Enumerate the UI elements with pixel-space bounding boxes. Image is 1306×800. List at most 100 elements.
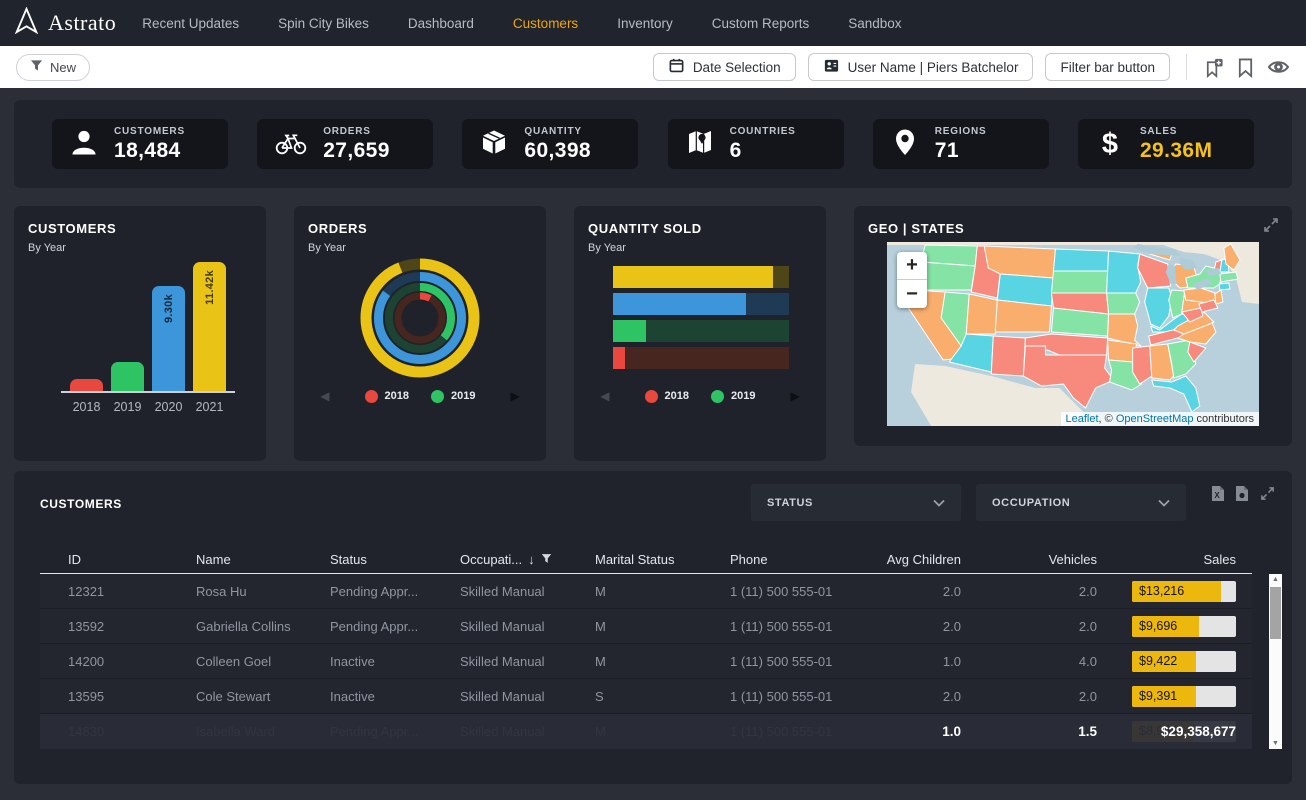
svg-text:$: $ <box>1102 128 1118 157</box>
cell-id: 12321 <box>40 584 168 599</box>
legend-item-2018[interactable]: 2018 <box>365 390 409 403</box>
table-title: CUSTOMERS <box>40 497 122 511</box>
cell-avg-children: 2.0 <box>832 584 967 599</box>
cell-id: 13595 <box>40 689 168 704</box>
person-icon <box>69 127 99 162</box>
scroll-up-icon[interactable]: ▲ <box>1269 574 1282 585</box>
legend-item-2019[interactable]: 2019 <box>711 390 755 403</box>
export-excel-icon[interactable]: X <box>1211 485 1225 507</box>
cell-phone: 1 (11) 500 555-01... <box>702 584 832 599</box>
hbar-2021[interactable] <box>613 266 789 288</box>
nav-item-custom-reports[interactable]: Custom Reports <box>712 16 810 31</box>
cell-occupation: Skilled Manual <box>432 584 567 599</box>
quantity-sold-card: QUANTITY SOLD By Year ◀ 2018 2019 ▶ <box>574 206 826 461</box>
nav-item-sandbox[interactable]: Sandbox <box>848 16 901 31</box>
table-row[interactable]: 13595Cole StewartInactiveSkilled ManualS… <box>40 679 1252 714</box>
nav-item-dashboard[interactable]: Dashboard <box>408 16 474 31</box>
sort-descending-icon[interactable]: ↓ <box>528 552 535 567</box>
kpi-label: COUNTRIES <box>730 126 796 137</box>
nav-item-recent-updates[interactable]: Recent Updates <box>142 16 239 31</box>
new-filter-button[interactable]: New <box>16 54 90 81</box>
cell-sales: $9,696 <box>1103 616 1252 637</box>
kpi-quantity[interactable]: QUANTITY 60,398 <box>462 119 638 169</box>
occupation-filter-dropdown[interactable]: OCCUPATION <box>976 484 1186 521</box>
legend-next-icon[interactable]: ▶ <box>790 389 799 403</box>
bar-2019[interactable] <box>111 362 144 391</box>
sales-bar: $9,391 <box>1132 686 1236 707</box>
kpi-value: 27,659 <box>323 139 390 163</box>
chart-legend: ◀ 2018 2019 ▶ <box>294 389 546 403</box>
bar-2018[interactable] <box>70 379 103 391</box>
hbar-2019[interactable] <box>613 320 789 342</box>
col-header-name[interactable]: Name <box>168 552 302 567</box>
bar-2020[interactable]: 9.30k <box>152 286 185 391</box>
x-tick: 2020 <box>152 400 185 414</box>
cell-avg-children: 2.0 <box>832 689 967 704</box>
nav-item-customers[interactable]: Customers <box>513 16 578 31</box>
column-funnel-icon[interactable] <box>541 552 552 567</box>
orders-donut-chart[interactable] <box>354 252 486 389</box>
cell-status: Inactive <box>302 654 432 669</box>
filter-bar-button[interactable]: Filter bar button <box>1045 53 1170 81</box>
bookmark-add-icon[interactable] <box>1203 57 1224 78</box>
astrato-logo-icon <box>14 7 39 39</box>
charts-row: CUSTOMERS By Year 9.30k 11.42k 2018 2019… <box>14 206 1292 461</box>
kpi-label: REGIONS <box>935 126 987 137</box>
table-row[interactable]: 14200Colleen GoelInactiveSkilled ManualM… <box>40 644 1252 679</box>
scroll-down-icon[interactable]: ▼ <box>1269 738 1282 749</box>
zoom-out-button[interactable]: − <box>897 280 927 308</box>
legend-item-2018[interactable]: 2018 <box>645 390 689 403</box>
zoom-in-button[interactable]: + <box>897 252 927 280</box>
kpi-sales[interactable]: $ SALES 29.36M <box>1078 119 1254 169</box>
table-row[interactable]: 12321Rosa HuPending Appr...Skilled Manua… <box>40 574 1252 609</box>
cell-id: 13592 <box>40 619 168 634</box>
leaflet-map[interactable]: + − Leaflet, © OpenStreetMap contributor… <box>887 242 1259 426</box>
bar-2021[interactable]: 11.42k <box>193 262 226 391</box>
col-header-avg-children[interactable]: Avg Children <box>832 552 967 567</box>
kpi-customers[interactable]: CUSTOMERS 18,484 <box>52 119 228 169</box>
expand-icon[interactable] <box>1259 485 1276 507</box>
col-header-sales[interactable]: Sales <box>1103 552 1252 567</box>
col-header-id[interactable]: ID <box>40 552 168 567</box>
legend-prev-icon[interactable]: ◀ <box>320 389 329 403</box>
cell-avg-children: 1.0 <box>832 654 967 669</box>
kpi-countries[interactable]: COUNTRIES 6 <box>668 119 844 169</box>
top-nav: Astrato Recent Updates Spin City Bikes D… <box>0 0 1306 46</box>
user-name-button[interactable]: User Name | Piers Batchelor <box>808 53 1034 81</box>
kpi-regions[interactable]: REGIONS 71 <box>873 119 1049 169</box>
cell-marital: S <box>567 689 702 704</box>
leaflet-link[interactable]: Leaflet <box>1066 413 1099 425</box>
table-row[interactable]: 13592Gabriella CollinsPending Appr...Ski… <box>40 609 1252 644</box>
cell-vehicles: 2.0 <box>967 689 1103 704</box>
kpi-panel: CUSTOMERS 18,484 ORDERS 27,659 QUANTITY … <box>14 100 1292 188</box>
scrollbar-thumb[interactable] <box>1270 587 1281 639</box>
col-header-marital-status[interactable]: Marital Status <box>567 552 702 567</box>
eye-icon[interactable] <box>1267 58 1290 76</box>
legend-prev-icon[interactable]: ◀ <box>600 389 609 403</box>
osm-link[interactable]: OpenStreetMap <box>1116 413 1194 425</box>
card-title: GEO | STATES <box>868 221 964 236</box>
col-header-occupation[interactable]: Occupati... ↓ <box>432 552 567 567</box>
legend-item-2019[interactable]: 2019 <box>431 390 475 403</box>
astrato-logo[interactable]: Astrato <box>14 7 116 39</box>
kpi-label: SALES <box>1140 126 1212 137</box>
cell-vehicles: 4.0 <box>967 654 1103 669</box>
date-selection-button[interactable]: Date Selection <box>653 53 796 81</box>
nav-item-spin-city-bikes[interactable]: Spin City Bikes <box>278 16 369 31</box>
col-header-vehicles[interactable]: Vehicles <box>967 552 1103 567</box>
nav-item-inventory[interactable]: Inventory <box>617 16 673 31</box>
expand-icon[interactable] <box>1262 216 1280 239</box>
cell-phone: 1 (11) 500 555-01... <box>702 689 832 704</box>
chevron-down-icon <box>1158 494 1170 512</box>
status-filter-dropdown[interactable]: STATUS <box>751 484 961 521</box>
hbar-2018[interactable] <box>613 347 789 369</box>
table-scrollbar[interactable]: ▲ ▼ <box>1269 574 1282 749</box>
kpi-orders[interactable]: ORDERS 27,659 <box>257 119 433 169</box>
hbar-2020[interactable] <box>613 293 789 315</box>
totals-vehicles: 1.5 <box>967 724 1103 739</box>
bookmark-icon[interactable] <box>1236 57 1255 78</box>
export-document-icon[interactable] <box>1235 485 1249 507</box>
col-header-phone[interactable]: Phone <box>702 552 832 567</box>
col-header-status[interactable]: Status <box>302 552 432 567</box>
legend-next-icon[interactable]: ▶ <box>510 389 519 403</box>
